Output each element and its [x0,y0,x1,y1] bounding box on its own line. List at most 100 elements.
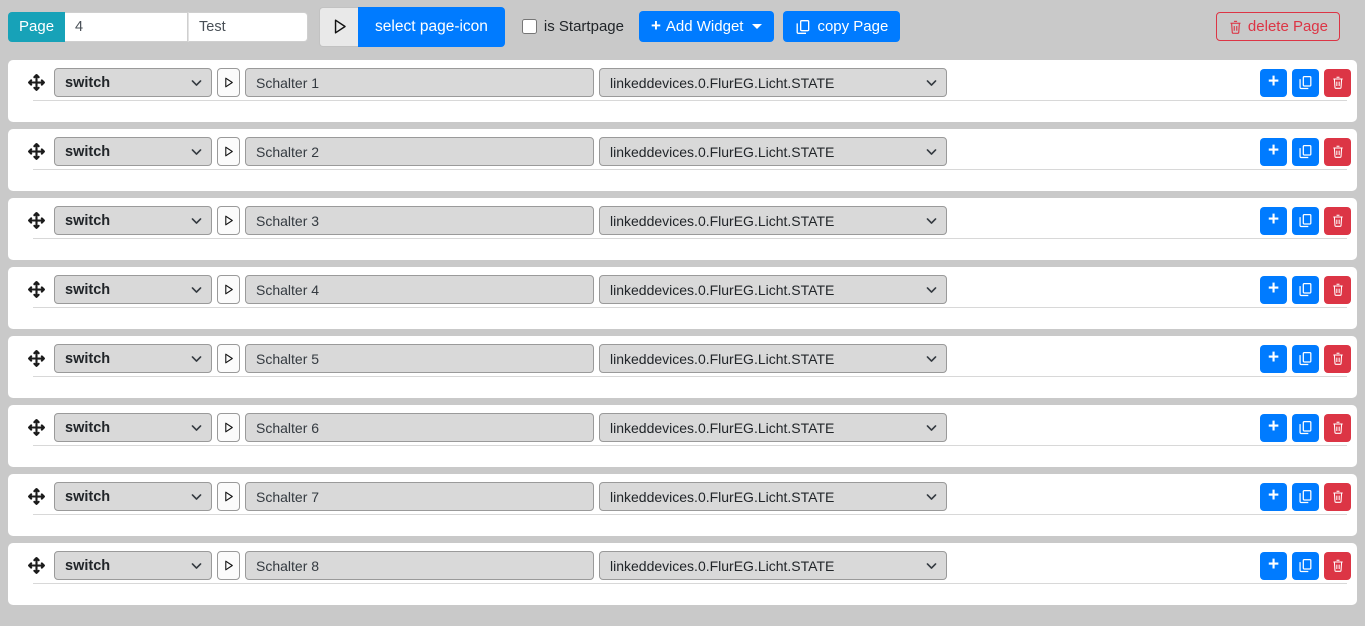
widget-type-select[interactable]: switch [54,344,212,373]
widget-type-select[interactable]: switch [54,482,212,511]
delete-widget-button[interactable] [1324,413,1351,442]
copy-widget-button[interactable] [1292,206,1319,235]
plus-icon: + [1267,209,1280,230]
plus-icon: + [1267,416,1280,437]
delete-widget-button[interactable] [1324,275,1351,304]
widget-list: switch linkeddevices.0.FlurEG.Licht.STAT… [0,60,1365,605]
widget-play-button[interactable] [217,551,240,580]
widget-name-input[interactable] [245,413,594,442]
add-widget-below-button[interactable]: + [1260,413,1287,442]
move-handle-icon[interactable] [28,143,45,160]
play-outline-icon [225,146,233,157]
widget-oid-select[interactable]: linkeddevices.0.FlurEG.Licht.STATE [599,137,947,166]
is-startpage-checkbox[interactable] [521,19,537,34]
widget-name-input[interactable] [245,344,594,373]
widget-play-button[interactable] [217,206,240,235]
widget-play-button[interactable] [217,413,240,442]
page-number-input[interactable] [65,11,189,42]
page-icon-preview-button[interactable] [319,6,359,47]
delete-page-button[interactable]: delete Page [1215,12,1340,41]
copy-icon [1299,558,1312,573]
copy-widget-button[interactable] [1292,482,1319,511]
delete-widget-button[interactable] [1324,206,1351,235]
copy-widget-button[interactable] [1292,413,1319,442]
page-name-input[interactable] [188,11,309,42]
page-number-group: Page [8,11,309,42]
copy-icon [1299,144,1312,159]
widget-type-select[interactable]: switch [54,206,212,235]
copy-widget-button[interactable] [1292,137,1319,166]
widget-name-input[interactable] [245,68,594,97]
startpage-option: is Startpage [521,18,624,35]
copy-widget-button[interactable] [1292,344,1319,373]
add-widget-below-button[interactable]: + [1260,482,1287,511]
add-widget-below-button[interactable]: + [1260,551,1287,580]
widget-oid-select[interactable]: linkeddevices.0.FlurEG.Licht.STATE [599,206,947,235]
widget-row: switch linkeddevices.0.FlurEG.Licht.STAT… [8,405,1357,467]
trash-icon [1332,559,1343,572]
add-widget-button[interactable]: + Add Widget [638,11,775,42]
is-startpage-label[interactable]: is Startpage [544,18,624,35]
widget-row-actions: + [1255,206,1351,235]
widget-name-input[interactable] [245,551,594,580]
copy-icon [1299,351,1312,366]
delete-widget-button[interactable] [1324,137,1351,166]
delete-widget-button[interactable] [1324,482,1351,511]
delete-widget-button[interactable] [1324,551,1351,580]
move-handle-icon[interactable] [28,212,45,229]
widget-name-input[interactable] [245,206,594,235]
move-handle-icon[interactable] [28,488,45,505]
add-widget-below-button[interactable]: + [1260,137,1287,166]
copy-widget-button[interactable] [1292,275,1319,304]
widget-oid-select[interactable]: linkeddevices.0.FlurEG.Licht.STATE [599,68,947,97]
move-handle-icon[interactable] [28,74,45,91]
widget-oid-select[interactable]: linkeddevices.0.FlurEG.Licht.STATE [599,413,947,442]
copy-page-button[interactable]: copy Page [783,11,901,42]
widget-play-button[interactable] [217,68,240,97]
select-page-icon-button[interactable]: select page-icon [358,6,505,47]
move-handle-icon[interactable] [28,281,45,298]
widget-row-controls: switch linkeddevices.0.FlurEG.Licht.STAT… [8,137,1351,166]
copy-icon [1299,489,1312,504]
widget-play-button[interactable] [217,344,240,373]
move-handle-icon[interactable] [28,350,45,367]
copy-widget-button[interactable] [1292,551,1319,580]
add-widget-below-button[interactable]: + [1260,68,1287,97]
widget-row-actions: + [1255,482,1351,511]
widget-type-select[interactable]: switch [54,137,212,166]
copy-widget-button[interactable] [1292,68,1319,97]
widget-name-input[interactable] [245,482,594,511]
move-handle-icon[interactable] [28,557,45,574]
widget-oid-select[interactable]: linkeddevices.0.FlurEG.Licht.STATE [599,275,947,304]
widget-row-actions: + [1255,275,1351,304]
plus-icon: + [1267,71,1280,92]
delete-widget-button[interactable] [1324,68,1351,97]
play-outline-icon [225,491,233,502]
add-widget-below-button[interactable]: + [1260,275,1287,304]
add-widget-below-button[interactable]: + [1260,206,1287,235]
page-toolbar: Page select page-icon is Startpage + Add… [0,0,1365,53]
widget-oid-select[interactable]: linkeddevices.0.FlurEG.Licht.STATE [599,344,947,373]
widget-play-button[interactable] [217,275,240,304]
widget-play-button[interactable] [217,137,240,166]
copy-icon [1299,75,1312,90]
play-outline-icon [225,77,233,88]
widget-name-input[interactable] [245,137,594,166]
widget-oid-select[interactable]: linkeddevices.0.FlurEG.Licht.STATE [599,482,947,511]
widget-type-select[interactable]: switch [54,68,212,97]
widget-play-button[interactable] [217,482,240,511]
plus-icon: + [650,15,661,35]
widget-row-actions: + [1255,551,1351,580]
delete-widget-button[interactable] [1324,344,1351,373]
widget-type-select[interactable]: switch [54,413,212,442]
widget-row: switch linkeddevices.0.FlurEG.Licht.STAT… [8,474,1357,536]
trash-icon [1332,421,1343,434]
widget-type-select[interactable]: switch [54,551,212,580]
move-handle-icon[interactable] [28,419,45,436]
widget-name-input[interactable] [245,275,594,304]
caret-down-icon [752,24,763,29]
widget-type-select[interactable]: switch [54,275,212,304]
row-divider [33,514,1347,515]
widget-oid-select[interactable]: linkeddevices.0.FlurEG.Licht.STATE [599,551,947,580]
add-widget-below-button[interactable]: + [1260,344,1287,373]
